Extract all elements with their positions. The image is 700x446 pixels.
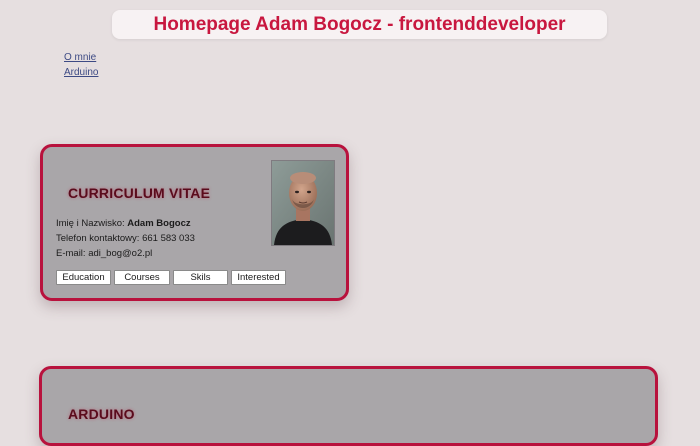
name-row: Imię i Nazwisko: Adam Bogocz — [56, 216, 195, 231]
interested-button[interactable]: Interested — [231, 270, 286, 285]
cv-title: CURRICULUM VITAE — [68, 185, 211, 201]
courses-button[interactable]: Courses — [114, 270, 170, 285]
arduino-card: ARDUINO — [39, 366, 658, 446]
profile-photo-image — [272, 161, 334, 245]
nav-link-arduino[interactable]: Arduino — [64, 66, 98, 81]
email-label: E-mail: — [56, 248, 89, 259]
name-value: Adam Bogocz — [127, 218, 191, 229]
contact-info: Imię i Nazwisko: Adam Bogocz Telefon kon… — [56, 216, 195, 261]
cv-section-buttons: Education Courses Skils Interested — [56, 270, 286, 285]
profile-photo — [271, 160, 335, 246]
page-header: Homepage Adam Bogocz - frontenddeveloper — [112, 10, 607, 39]
cv-card: CURRICULUM VITAE Imię i Nazwisko: Adam B… — [40, 144, 349, 301]
phone-value: 661 583 033 — [142, 233, 195, 244]
email-row: E-mail: adi_bog@o2.pl — [56, 246, 195, 261]
name-label: Imię i Nazwisko: — [56, 218, 128, 229]
phone-label: Telefon kontaktowy: — [56, 233, 143, 244]
skills-button[interactable]: Skils — [173, 270, 228, 285]
page-title: Homepage Adam Bogocz - frontenddeveloper — [153, 13, 566, 35]
phone-row: Telefon kontaktowy: 661 583 033 — [56, 231, 195, 246]
arduino-title: ARDUINO — [68, 406, 135, 422]
nav-link-o-mnie[interactable]: O mnie — [64, 51, 98, 66]
email-value: adi_bog@o2.pl — [88, 248, 153, 259]
education-button[interactable]: Education — [56, 270, 111, 285]
main-nav: O mnie Arduino — [64, 51, 98, 80]
